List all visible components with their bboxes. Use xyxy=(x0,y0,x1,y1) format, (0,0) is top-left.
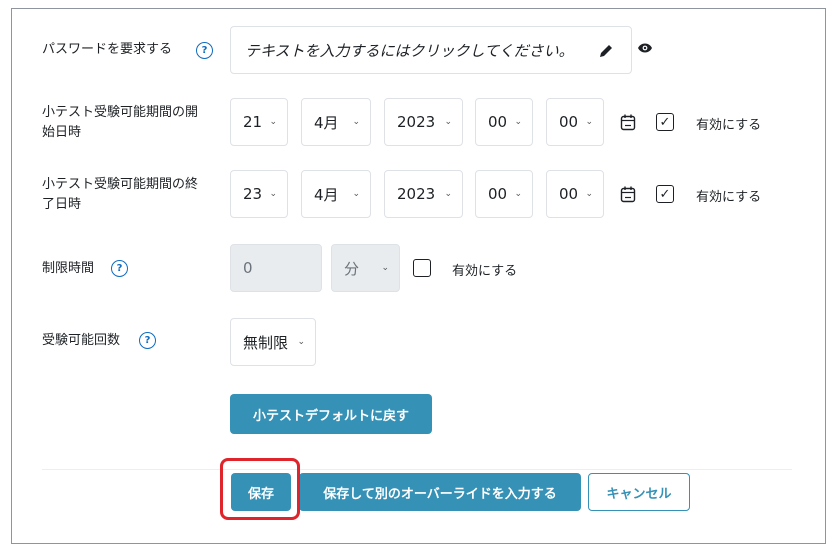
open-year-value: 2023 xyxy=(397,113,436,131)
close-minute-select[interactable]: 00 ⌄ xyxy=(546,170,604,218)
close-hour-value: 00 xyxy=(488,185,508,203)
close-day-value: 23 xyxy=(243,185,263,203)
revert-to-quiz-defaults-button[interactable]: 小テストデフォルトに戻す xyxy=(230,394,432,434)
close-date-label-line2: 了日時 xyxy=(42,197,82,212)
divider xyxy=(42,469,792,470)
time-limit-help-icon[interactable]: ? xyxy=(111,260,128,277)
close-month-select[interactable]: 4月 ⌄ xyxy=(301,170,371,218)
password-field[interactable]: テキストを入力するにはクリックしてください。 xyxy=(230,26,632,74)
eye-icon[interactable] xyxy=(637,42,653,54)
pencil-icon[interactable] xyxy=(598,43,614,59)
time-limit-enable-checkbox[interactable] xyxy=(413,259,431,277)
close-year-select[interactable]: 2023 ⌄ xyxy=(384,170,463,218)
time-limit-enable-label: 有効にする xyxy=(452,264,518,279)
password-placeholder: テキストを入力するにはクリックしてください。 xyxy=(245,42,574,60)
password-help-icon[interactable]: ? xyxy=(196,42,213,59)
close-hour-select[interactable]: 00 ⌄ xyxy=(475,170,533,218)
close-year-value: 2023 xyxy=(397,185,436,203)
chevron-down-icon: ⌄ xyxy=(444,117,452,127)
open-day-select[interactable]: 21 ⌄ xyxy=(230,98,288,146)
chevron-down-icon: ⌄ xyxy=(269,117,277,127)
time-limit-unit-value: 分 xyxy=(344,259,360,278)
password-label: パスワードを要求する xyxy=(42,42,173,57)
open-day-value: 21 xyxy=(243,113,263,131)
chevron-down-icon: ⌄ xyxy=(269,189,277,199)
attempts-value: 無制限 xyxy=(243,333,289,352)
time-limit-input[interactable]: 0 xyxy=(230,244,322,292)
time-limit-label: 制限時間 xyxy=(42,261,95,276)
open-date-enable-label: 有効にする xyxy=(696,118,762,133)
calendar-icon[interactable] xyxy=(620,186,636,203)
time-limit-value: 0 xyxy=(243,259,253,277)
attempts-label: 受験可能回数 xyxy=(42,333,121,348)
open-minute-value: 00 xyxy=(559,113,579,131)
attempts-help-icon[interactable]: ? xyxy=(139,332,156,349)
open-year-select[interactable]: 2023 ⌄ xyxy=(384,98,463,146)
open-month-select[interactable]: 4月 ⌄ xyxy=(301,98,371,146)
chevron-down-icon: ⌄ xyxy=(352,189,360,199)
close-minute-value: 00 xyxy=(559,185,579,203)
chevron-down-icon: ⌄ xyxy=(514,189,522,199)
open-hour-value: 00 xyxy=(488,113,508,131)
open-date-label-line1: 小テスト受験可能期間の開 xyxy=(42,105,199,120)
open-date-label-line2: 始日時 xyxy=(42,125,82,140)
chevron-down-icon: ⌄ xyxy=(585,117,593,127)
close-day-select[interactable]: 23 ⌄ xyxy=(230,170,288,218)
chevron-down-icon: ⌄ xyxy=(444,189,452,199)
open-month-value: 4月 xyxy=(314,113,339,132)
close-date-enable-checkbox[interactable]: ✓ xyxy=(656,185,674,203)
close-month-value: 4月 xyxy=(314,185,339,204)
save-and-enter-another-override-button[interactable]: 保存して別のオーバーライドを入力する xyxy=(299,473,581,511)
chevron-down-icon: ⌄ xyxy=(297,337,305,347)
close-date-enable-label: 有効にする xyxy=(696,190,762,205)
chevron-down-icon: ⌄ xyxy=(585,189,593,199)
chevron-down-icon: ⌄ xyxy=(352,117,360,127)
open-date-enable-checkbox[interactable]: ✓ xyxy=(656,113,674,131)
save-button-highlight xyxy=(220,458,300,520)
open-hour-select[interactable]: 00 ⌄ xyxy=(475,98,533,146)
close-date-label-line1: 小テスト受験可能期間の終 xyxy=(42,177,199,192)
cancel-button[interactable]: キャンセル xyxy=(588,473,690,511)
time-limit-unit-select[interactable]: 分 ⌄ xyxy=(331,244,400,292)
open-minute-select[interactable]: 00 ⌄ xyxy=(546,98,604,146)
attempts-select[interactable]: 無制限 ⌄ xyxy=(230,318,316,366)
chevron-down-icon: ⌄ xyxy=(381,263,389,273)
calendar-icon[interactable] xyxy=(620,114,636,131)
chevron-down-icon: ⌄ xyxy=(514,117,522,127)
